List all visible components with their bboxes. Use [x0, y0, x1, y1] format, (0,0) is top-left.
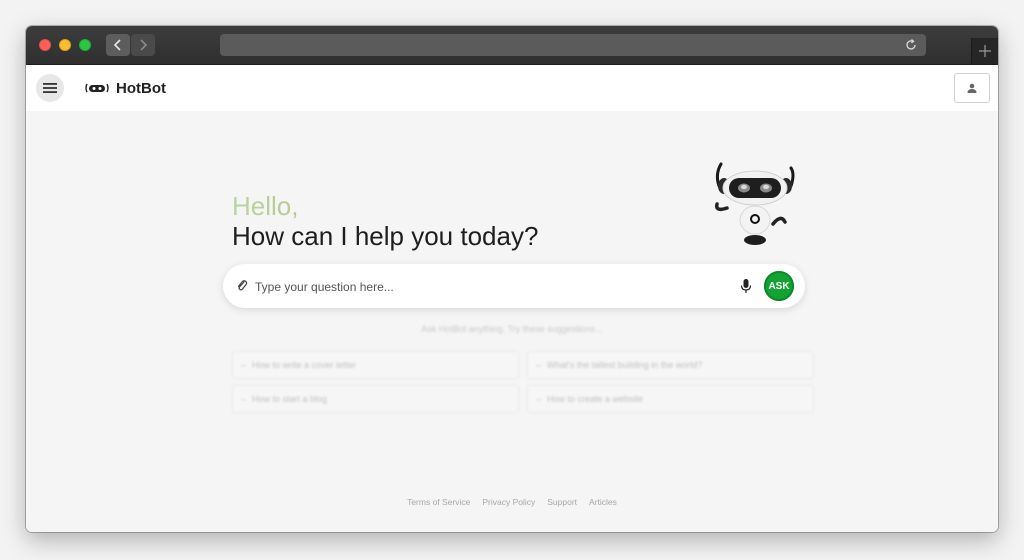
footer-link-support[interactable]: Support: [547, 497, 577, 507]
suggestion-label: How to write a cover letter: [252, 360, 357, 370]
dash-icon: –: [536, 360, 542, 370]
paperclip-icon[interactable]: [235, 279, 249, 293]
suggestion-chip[interactable]: – How to write a cover letter: [232, 351, 519, 379]
suggestion-chip[interactable]: – What's the tallest building in the wor…: [527, 351, 814, 379]
user-icon: [967, 83, 977, 93]
suggestion-chip[interactable]: – How to start a blog: [232, 385, 519, 413]
back-button[interactable]: [106, 34, 130, 56]
plus-icon: [979, 45, 991, 57]
app-header: HotBot: [26, 65, 998, 111]
microphone-icon[interactable]: [739, 278, 753, 294]
chevron-left-icon: [113, 39, 121, 51]
brand[interactable]: HotBot: [84, 78, 166, 98]
suggestions-grid: – How to write a cover letter – What's t…: [232, 351, 814, 413]
new-tab-button[interactable]: [971, 38, 998, 64]
greeting-subtitle: How can I help you today?: [232, 221, 539, 251]
robot-mascot: [714, 162, 795, 245]
dash-icon: –: [241, 360, 247, 370]
reload-icon[interactable]: [904, 38, 918, 52]
close-window-button[interactable]: [39, 39, 51, 51]
suggestions-title: Ask HotBot anything. Try these suggestio…: [421, 324, 603, 334]
menu-button[interactable]: [36, 74, 64, 102]
minimize-window-button[interactable]: [59, 39, 71, 51]
footer-links: Terms of Service Privacy Policy Support …: [26, 497, 998, 507]
dash-icon: –: [241, 394, 247, 404]
main-content: Hello, How can I help you today? Type yo…: [26, 111, 998, 532]
suggestion-label: How to start a blog: [252, 394, 328, 404]
hotbot-logo-icon: [85, 83, 109, 93]
brand-name: HotBot: [116, 79, 166, 97]
suggestion-label: How to create a website: [547, 394, 644, 404]
zoom-window-button[interactable]: [79, 39, 91, 51]
hamburger-menu-icon: [43, 83, 57, 93]
footer-link-privacy[interactable]: Privacy Policy: [482, 497, 535, 507]
greeting: Hello, How can I help you today?: [232, 191, 538, 251]
dash-icon: –: [536, 394, 542, 404]
footer-link-terms[interactable]: Terms of Service: [407, 497, 470, 507]
suggestion-label: What's the tallest building in the world…: [547, 360, 703, 370]
address-bar[interactable]: [220, 34, 926, 56]
ask-button[interactable]: ASK: [764, 271, 794, 301]
user-account-button[interactable]: [954, 73, 990, 103]
browser-window: HotBot Hello, How can I help you today?: [26, 26, 998, 532]
suggestion-chip[interactable]: – How to create a website: [527, 385, 814, 413]
browser-titlebar: [26, 26, 998, 65]
question-search-box: ASK: [223, 264, 805, 308]
footer-link-articles[interactable]: Articles: [589, 497, 617, 507]
greeting-hello: Hello,: [232, 191, 538, 221]
forward-button[interactable]: [131, 34, 155, 56]
chevron-right-icon: [140, 39, 148, 51]
question-input[interactable]: [253, 274, 727, 300]
